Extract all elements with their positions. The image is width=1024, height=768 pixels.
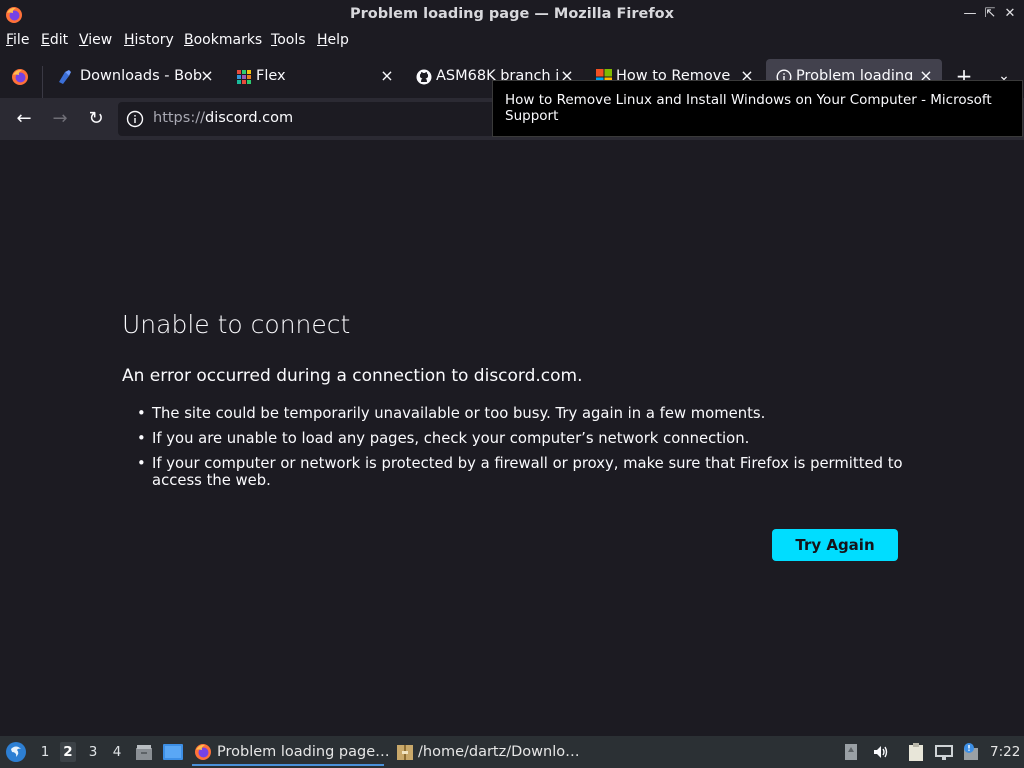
- notification-icon[interactable]: [961, 742, 981, 762]
- file-manager-icon[interactable]: [134, 742, 154, 762]
- clipboard-icon[interactable]: [907, 742, 925, 762]
- back-icon[interactable]: ←: [12, 107, 36, 131]
- clock[interactable]: 7:22: [990, 744, 1020, 760]
- show-desktop-icon[interactable]: [162, 742, 184, 762]
- error-suggestions-list: The site could be temporarily unavailabl…: [136, 405, 906, 497]
- close-window-icon[interactable]: ✕: [1003, 7, 1017, 21]
- menu-tools[interactable]: Tools: [271, 32, 306, 48]
- menu-help[interactable]: Help: [317, 32, 349, 48]
- firefox-icon: [195, 744, 211, 760]
- list-item: If your computer or network is protected…: [136, 455, 906, 489]
- list-item: The site could be temporarily unavailabl…: [136, 405, 906, 422]
- menu-view[interactable]: View: [79, 32, 112, 48]
- tab-tooltip: How to Remove Linux and Install Windows …: [492, 80, 1023, 137]
- workspace-1[interactable]: 1: [37, 744, 53, 760]
- tab-close-icon[interactable]: ×: [199, 67, 215, 85]
- window-title: Problem loading page — Mozilla Firefox: [350, 6, 674, 22]
- firefox-view-icon[interactable]: [11, 68, 29, 86]
- url-bar[interactable]: https://discord.com: [118, 102, 498, 136]
- menu-bookmarks[interactable]: Bookmarks: [184, 32, 262, 48]
- taskbar-task-firefox[interactable]: Problem loading page…: [192, 739, 390, 766]
- tab-label: Downloads - Bob F: [80, 68, 206, 84]
- minimize-icon[interactable]: —: [963, 7, 977, 21]
- reload-icon[interactable]: ↻: [84, 107, 108, 131]
- error-page: Unable to connect An error occurred duri…: [0, 140, 1024, 736]
- error-subtitle: An error occurred during a connection to…: [122, 366, 583, 386]
- menu-bar: File Edit View History Bookmarks Tools H…: [0, 30, 1024, 52]
- window-titlebar: Problem loading page — Mozilla Firefox —…: [0, 0, 1024, 30]
- site-info-icon[interactable]: [126, 110, 144, 128]
- network-icon[interactable]: [934, 743, 954, 761]
- list-item: If you are unable to load any pages, che…: [136, 430, 906, 447]
- tab-separator: [42, 66, 43, 98]
- tab-downloads[interactable]: Downloads - Bob F ×: [46, 59, 222, 95]
- try-again-button[interactable]: Try Again: [772, 529, 898, 561]
- archive-icon: [397, 745, 413, 760]
- start-menu-icon[interactable]: [5, 741, 27, 763]
- workspace-2[interactable]: 2: [60, 742, 76, 762]
- menu-edit[interactable]: Edit: [41, 32, 68, 48]
- flex-favicon-icon: [237, 70, 251, 84]
- volume-icon[interactable]: [872, 743, 890, 761]
- tab-flex[interactable]: Flex ×: [226, 59, 402, 95]
- downloads-favicon-icon: [59, 70, 71, 84]
- workspace-3[interactable]: 3: [85, 744, 101, 760]
- error-title: Unable to connect: [122, 310, 351, 339]
- task-label: Problem loading page…: [217, 744, 390, 760]
- menu-file[interactable]: File: [6, 32, 29, 48]
- menu-history[interactable]: History: [124, 32, 174, 48]
- tab-label: Flex: [256, 68, 286, 84]
- workspace-4[interactable]: 4: [109, 744, 125, 760]
- maximize-icon[interactable]: ⇱: [983, 7, 997, 21]
- taskbar: 1 2 3 4 Problem loading page… /home/dart…: [0, 736, 1024, 768]
- forward-icon[interactable]: →: [48, 107, 72, 131]
- storage-icon[interactable]: [844, 743, 858, 761]
- taskbar-task-file-manager[interactable]: /home/dartz/Downlo…: [394, 739, 586, 766]
- github-icon: [416, 69, 432, 85]
- task-label: /home/dartz/Downlo…: [418, 744, 580, 760]
- url-text[interactable]: https://discord.com: [153, 110, 293, 126]
- tab-close-icon[interactable]: ×: [379, 67, 395, 85]
